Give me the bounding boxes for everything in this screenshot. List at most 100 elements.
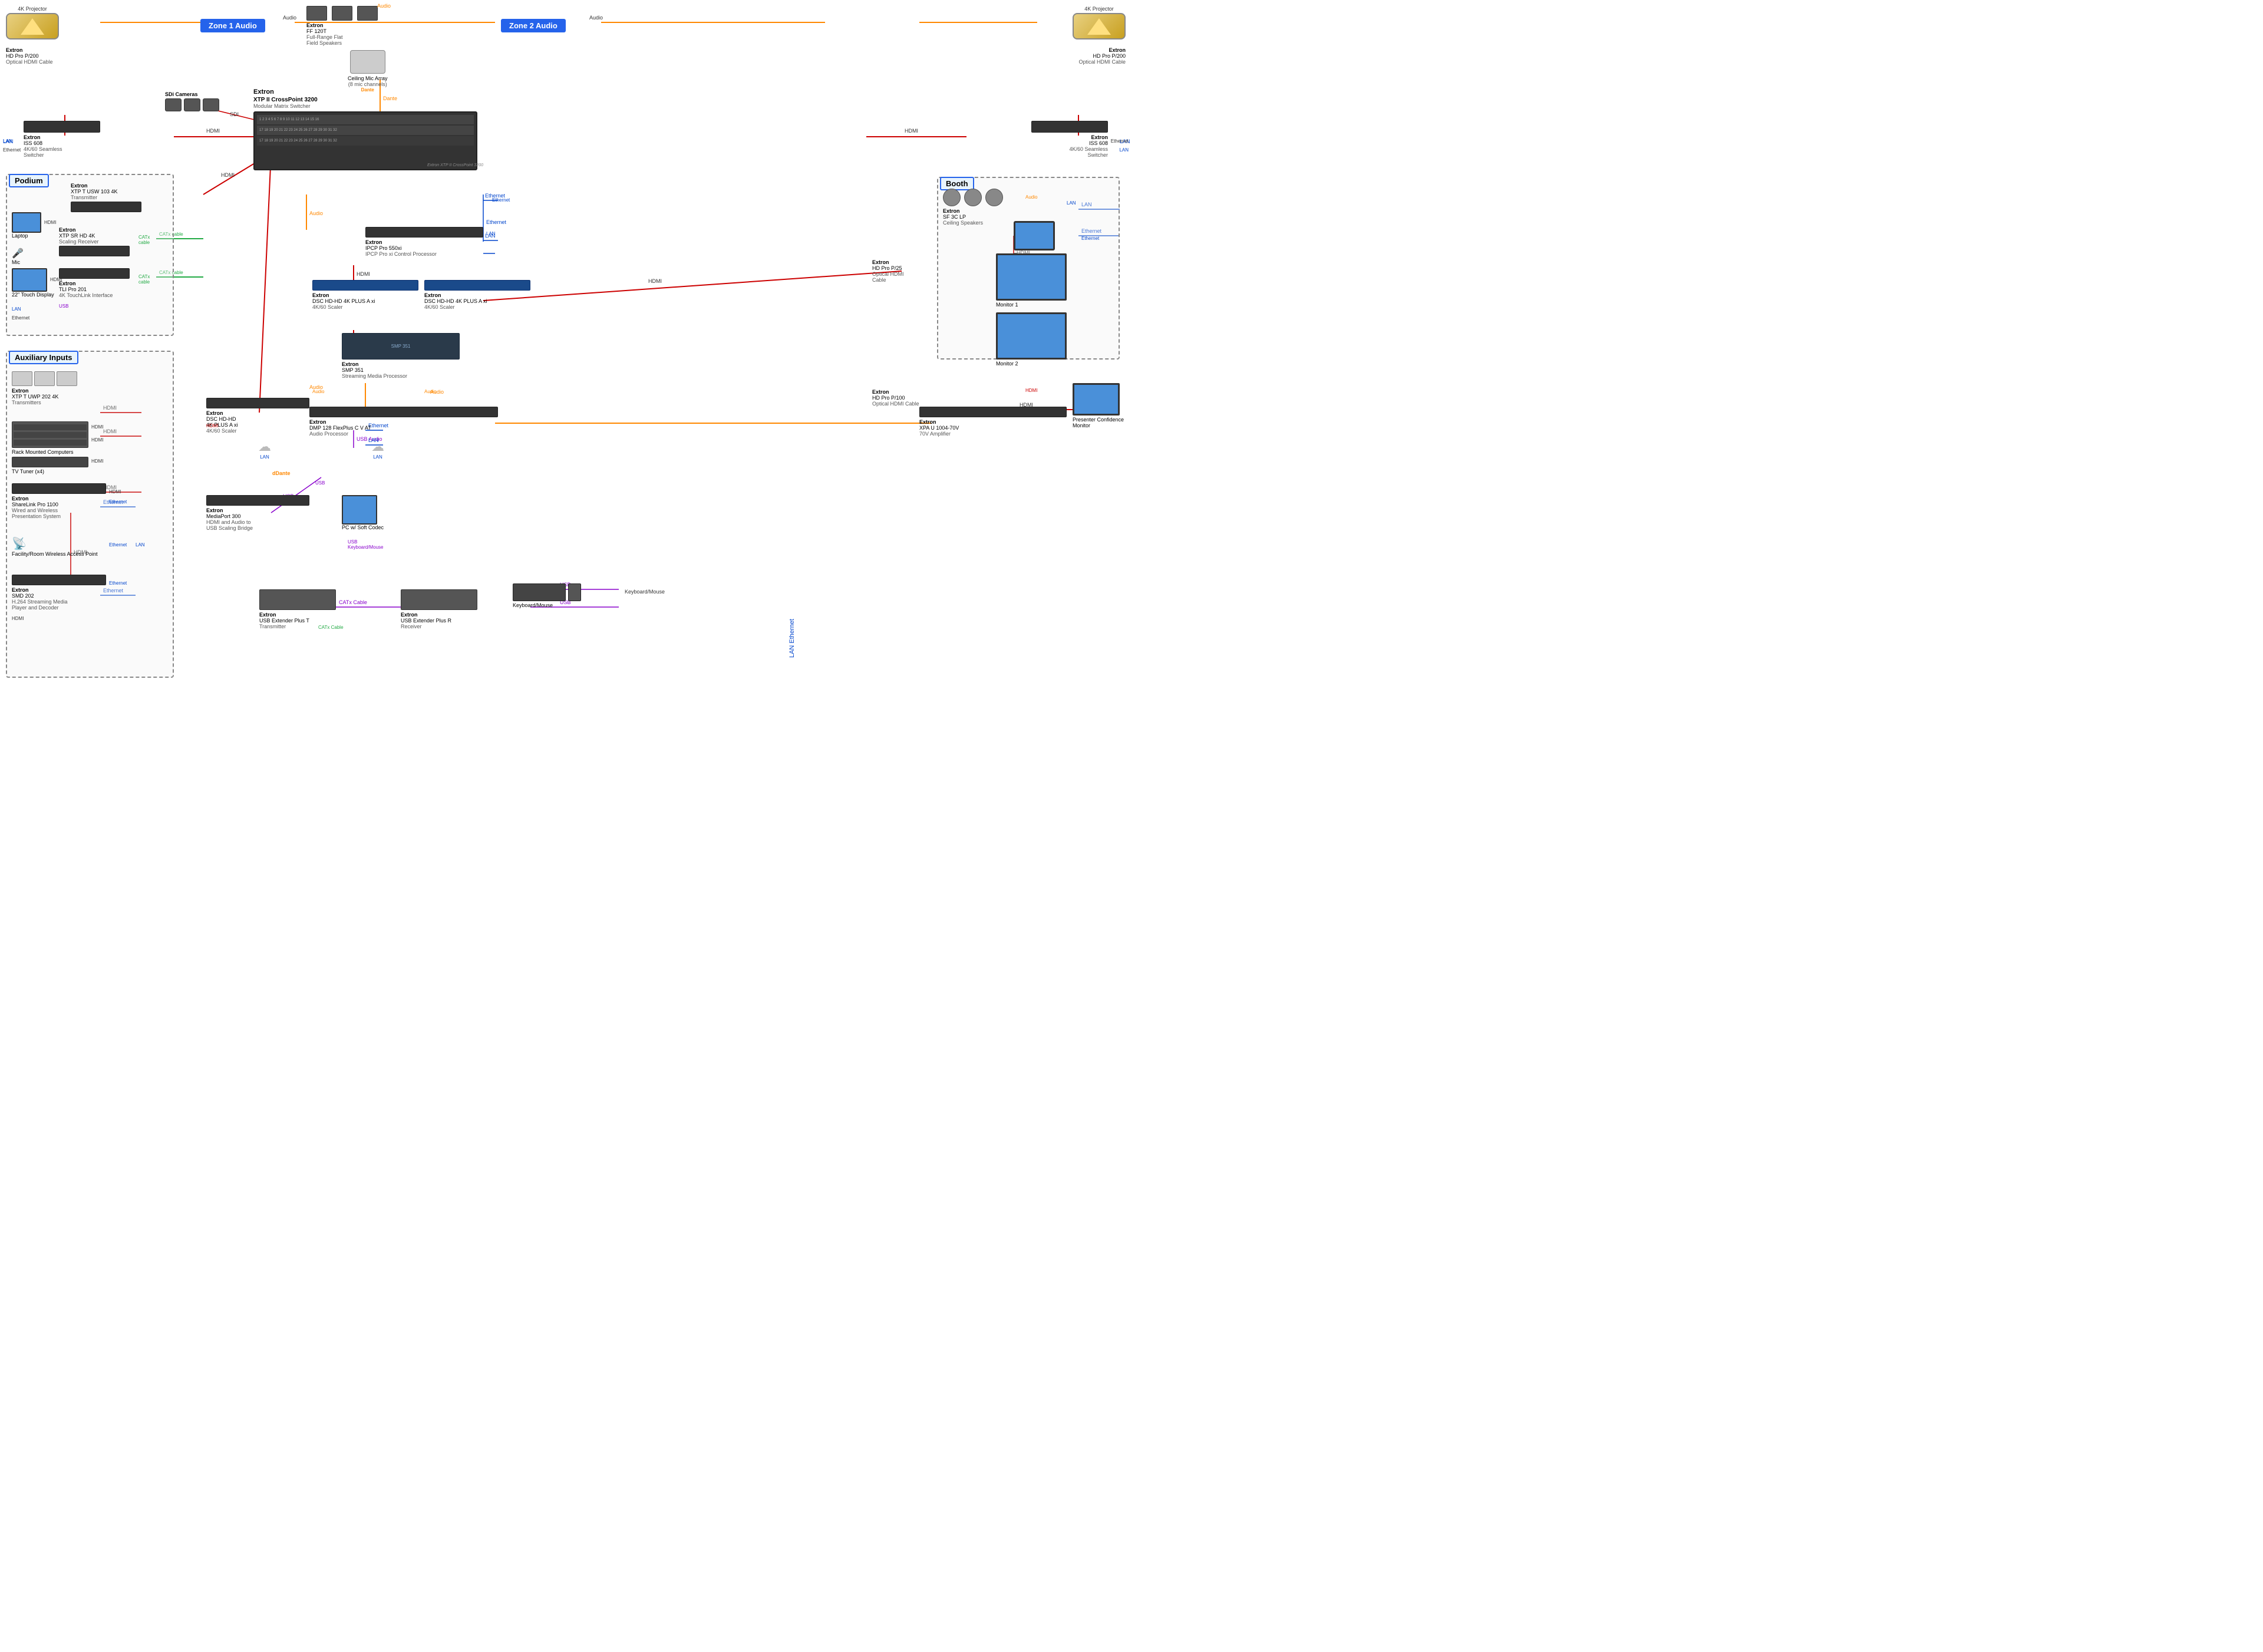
iss608-right-lan: LAN — [1119, 147, 1129, 153]
projector-left-group: 4K Projector — [6, 6, 59, 39]
tlp-eth: Ethernet — [1081, 236, 1099, 241]
dsc-left-visual — [312, 280, 418, 291]
xtp-t-usw103-model: XTP T USW 103 4K — [71, 189, 141, 194]
usb-extender-r-visual — [401, 589, 477, 610]
ff120t-desc2: Field Speakers — [306, 40, 378, 46]
mic-group: 🎤 Mic — [12, 248, 24, 265]
iss608-right-eth: Ethernet — [1111, 139, 1129, 144]
sf3clp-device: Extron SF 3C LP Ceiling Speakers — [943, 189, 1003, 226]
laptop-visual — [12, 212, 41, 233]
tli-pro201-visual — [59, 268, 130, 279]
sf3clp-lan: LAN — [1067, 200, 1076, 206]
dante-label-dmp: dDante — [272, 470, 291, 476]
svg-text:HDMI: HDMI — [648, 278, 662, 284]
iss608-left-device: Extron ISS 608 4K/60 Seamless Switcher — [24, 121, 100, 158]
ap-eth: Ethernet — [109, 542, 127, 548]
pc-softcodec-label: PC w/ Soft Codec — [342, 525, 384, 530]
mic-label: Mic — [12, 259, 24, 265]
ceiling-mic-name: Ceiling Mic Array — [348, 75, 388, 81]
iss608-left-visual — [24, 121, 100, 133]
lan-cloud-left: ☁ LAN — [258, 439, 271, 460]
dsc-right-device: Extron DSC HD-HD 4K PLUS A xi 4K/60 Scal… — [424, 280, 530, 310]
ipcp-brand: Extron — [365, 239, 483, 245]
iss608-right-brand: Extron — [1031, 134, 1108, 140]
dmp128-audio-out: Audio — [424, 389, 436, 394]
ipcp-desc: IPCP Pro xi Control Processor — [365, 251, 483, 257]
usb-extender-r-brand: Extron — [401, 612, 477, 618]
smd202-model: SMD 202 — [12, 593, 106, 599]
dsc-4kplus-hdmi: HDMI — [206, 423, 218, 428]
presenter-monitor-group: Presenter Confidence Monitor — [1073, 383, 1132, 428]
presenter-hdmi: HDMI — [1025, 388, 1037, 393]
monitor1-label: Monitor 1 — [996, 302, 1067, 308]
dsc-left-brand: Extron — [312, 292, 418, 298]
iss608-right-model: ISS 608 — [1031, 140, 1108, 146]
rack-comp-hdmi1: HDMI — [91, 424, 103, 430]
tli-pro201-model: TLI Pro 201 — [59, 286, 130, 292]
tli-usb-label: USB — [59, 304, 68, 309]
ceiling-mic-desc: (8 mic channels) — [348, 81, 388, 87]
pc-softcodec-group: PC w/ Soft Codec — [342, 495, 384, 530]
smp351-visual: SMP 351 — [342, 333, 460, 360]
svg-text:HDMI: HDMI — [357, 271, 370, 277]
tlp-pro1725tg-visual — [1014, 221, 1055, 250]
monitor2-visual — [996, 312, 1067, 360]
usb-extender-r-desc: Receiver — [401, 624, 477, 629]
sharelink-brand: Extron — [12, 496, 106, 502]
hd-pro-p100-device: Extron HD Pro P/100 Optical HDMI Cable — [872, 389, 919, 407]
audio-top-label: Audio — [377, 3, 391, 9]
usb-extender-t-visual — [259, 589, 336, 610]
smp351-desc: Streaming Media Processor — [342, 373, 460, 379]
monitor2-group: Monitor 2 — [996, 312, 1067, 367]
hd-pro-p25-brand: Extron — [872, 259, 904, 265]
laptop-group: Laptop — [12, 212, 41, 239]
sharelink-desc: Wired and Wireless — [12, 507, 106, 513]
xpa-device: Extron XPA U 1004-70V 70V Amplifier — [919, 407, 1067, 437]
rack-computers-visual — [12, 421, 88, 448]
sf3clp-brand: Extron — [943, 208, 1003, 214]
presenter-monitor-visual — [1073, 383, 1120, 416]
zone2-audio-label: Zone 2 Audio — [501, 19, 566, 32]
ceiling-mic-group: Ceiling Mic Array (8 mic channels) Dante — [348, 50, 388, 93]
crosspoint-label: Extron — [253, 88, 489, 95]
hd-pro-p200-left-model: HD Pro P/200 — [6, 53, 53, 59]
usb-extender-t-model: USB Extender Plus T — [259, 618, 336, 624]
sharelink-model: ShareLink Pro 1100 — [12, 502, 106, 507]
podium-eth: Ethernet — [12, 315, 29, 321]
sf3clp-audio: Audio — [1025, 194, 1037, 200]
usb-extender-t-brand: Extron — [259, 612, 336, 618]
keyboard-mouse-group: Keyboard/Mouse — [513, 583, 581, 608]
xtp-sr-hd4k-visual — [59, 246, 130, 256]
touch-display-group: 22" Touch Display — [12, 268, 54, 298]
diagram-container: Audio Audio HDMI HDMI HDMI HDMI Ethernet… — [0, 0, 1132, 825]
usb-extender-r-model: USB Extender Plus R — [401, 618, 477, 624]
xtp-t-usw103-device: Extron XTP T USW 103 4K Transmitter — [71, 183, 141, 212]
hd-pro-p25-desc2: Cable — [872, 277, 904, 283]
tv-tuner-group: TV Tuner (x4) — [12, 457, 88, 474]
hd-pro-p25-model: HD Pro P/25 — [872, 265, 904, 271]
sharelink-eth: Ethernet — [109, 499, 127, 504]
mediaport300-visual — [206, 495, 309, 506]
hd-pro-p200-right-brand: Extron — [1078, 47, 1126, 53]
mediaport300-desc: HDMI and Audio to — [206, 519, 309, 525]
tli-pro201-catx: CATxcable — [138, 274, 150, 285]
projector-right-visual — [1073, 13, 1126, 39]
hd-pro-p200-left-brand: Extron — [6, 47, 53, 53]
iss608-left-model: ISS 608 — [24, 140, 100, 146]
usb-extender-t-device: Extron USB Extender Plus T Transmitter — [259, 589, 336, 629]
smp351-device: SMP 351 Extron SMP 351 Streaming Media P… — [342, 333, 460, 379]
smd202-desc2: Player and Decoder — [12, 605, 106, 611]
dsc-4kplus-model2: 4K PLUS A xi — [206, 422, 309, 428]
xpa-desc: 70V Amplifier — [919, 431, 1067, 437]
auxiliary-section-label: Auxiliary Inputs — [9, 351, 78, 364]
svg-text:Audio: Audio — [283, 15, 296, 21]
iss608-left-eth: Ethernet — [3, 147, 21, 153]
mediaport300-desc2: USB Scaling Bridge — [206, 525, 309, 531]
dsc-right-desc: 4K/60 Scaler — [424, 304, 530, 310]
monitor2-label: Monitor 2 — [996, 361, 1067, 367]
crosspoint-device: Extron XTP II CrossPoint 3200 Modular Ma… — [253, 88, 489, 170]
dsc-right-brand: Extron — [424, 292, 530, 298]
xtp-t-usw103-visual — [71, 202, 141, 212]
laptop-hdmi-label: HDMI — [44, 220, 56, 225]
dmp128-device: Extron DMP 128 FlexPlus C V AT Audio Pro… — [309, 407, 498, 437]
